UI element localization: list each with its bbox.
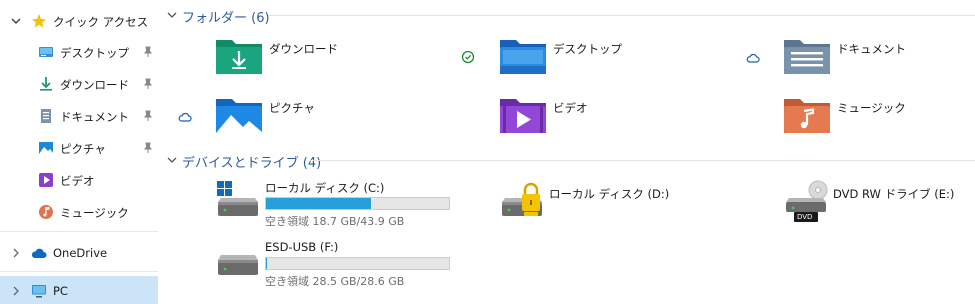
nav-this-pc[interactable]: PC bbox=[0, 276, 158, 304]
chevron-down-icon[interactable] bbox=[166, 154, 178, 166]
nav-label: PC bbox=[53, 284, 68, 298]
pc-monitor-icon bbox=[32, 285, 46, 298]
drive-c[interactable]: ローカル ディスク (C:) 空き領域 18.7 GB/43.9 GB bbox=[215, 180, 455, 230]
onedrive-cloud-icon bbox=[31, 248, 47, 259]
nav-label: ビデオ bbox=[60, 174, 95, 188]
nav-label: クイック アクセス bbox=[53, 15, 149, 29]
nav-item-pictures[interactable]: ピクチャ bbox=[0, 133, 158, 163]
folder-documents[interactable]: ドキュメント bbox=[783, 36, 975, 86]
drive-free-space: 空き領域 18.7 GB/43.9 GB bbox=[265, 215, 405, 228]
nav-item-desktop[interactable]: デスクトップ bbox=[0, 37, 158, 67]
drive-e[interactable]: DVD DVD RW ドライブ (E:) bbox=[783, 180, 975, 230]
section-title: デバイスとドライブ (4) bbox=[182, 156, 322, 171]
nav-divider bbox=[0, 231, 158, 232]
capacity-bar-fill bbox=[266, 198, 372, 209]
folder-name: ドキュメント bbox=[837, 42, 906, 56]
folder-desktop[interactable]: デスクトップ bbox=[499, 36, 769, 86]
drive-name: ローカル ディスク (D:) bbox=[549, 187, 670, 201]
drive-name: DVD RW ドライブ (E:) bbox=[833, 187, 955, 201]
chevron-down-icon[interactable] bbox=[10, 15, 22, 27]
drive-name: ESD-USB (F:) bbox=[265, 240, 339, 254]
music-folder-icon bbox=[784, 99, 830, 133]
nav-quick-access[interactable]: クイック アクセス bbox=[0, 6, 158, 36]
chevron-right-icon[interactable] bbox=[10, 285, 22, 297]
nav-item-videos[interactable]: ビデオ bbox=[0, 165, 158, 195]
folder-downloads[interactable]: ダウンロード bbox=[215, 36, 485, 86]
cloud-status-icon bbox=[178, 112, 192, 122]
nav-label: ドキュメント bbox=[60, 110, 129, 124]
folder-name: ダウンロード bbox=[269, 42, 338, 56]
capacity-bar bbox=[265, 197, 450, 210]
music-icon bbox=[39, 205, 53, 219]
chevron-right-icon[interactable] bbox=[10, 247, 22, 259]
nav-item-music[interactable]: ミュージック bbox=[0, 197, 158, 227]
content-pane: フォルダー (6) ダウンロード デスクトップ ドキュメント ピクチャ ビデオ … bbox=[158, 0, 975, 304]
star-icon bbox=[32, 14, 46, 28]
nav-item-documents[interactable]: ドキュメント bbox=[0, 101, 158, 131]
folder-name: ミュージック bbox=[837, 101, 906, 115]
pictures-folder-icon bbox=[216, 99, 262, 133]
document-icon bbox=[41, 109, 51, 123]
drive-d[interactable]: ローカル ディスク (D:) bbox=[499, 180, 739, 230]
folder-videos[interactable]: ビデオ bbox=[499, 95, 769, 145]
pin-icon[interactable] bbox=[142, 78, 154, 90]
cloud-status-icon bbox=[746, 53, 760, 63]
nav-label: ミュージック bbox=[60, 206, 129, 220]
nav-label: ダウンロード bbox=[60, 78, 129, 92]
pin-icon[interactable] bbox=[142, 142, 154, 154]
capacity-bar-fill bbox=[266, 258, 267, 269]
folder-pictures[interactable]: ピクチャ bbox=[215, 95, 485, 145]
folder-name: デスクトップ bbox=[553, 42, 622, 56]
usb-drive-icon bbox=[218, 255, 258, 275]
nav-label: OneDrive bbox=[53, 246, 108, 260]
videos-folder-icon bbox=[500, 99, 546, 133]
section-divider bbox=[310, 160, 975, 161]
video-icon bbox=[39, 173, 53, 187]
desktop-icon bbox=[39, 47, 53, 57]
download-icon bbox=[40, 77, 52, 91]
drive-free-space: 空き領域 28.5 GB/28.6 GB bbox=[265, 275, 405, 288]
section-title: フォルダー (6) bbox=[182, 11, 270, 26]
nav-label: ピクチャ bbox=[60, 142, 106, 156]
folder-music[interactable]: ミュージック bbox=[783, 95, 975, 145]
download-folder-icon bbox=[216, 40, 262, 74]
nav-divider bbox=[0, 271, 158, 272]
locked-drive-icon bbox=[502, 182, 542, 216]
nav-label: デスクトップ bbox=[60, 46, 129, 60]
chevron-down-icon[interactable] bbox=[166, 9, 178, 21]
picture-icon bbox=[39, 142, 53, 154]
folder-name: ビデオ bbox=[553, 101, 588, 115]
drive-name: ローカル ディスク (C:) bbox=[265, 181, 385, 195]
dvd-badge: DVD bbox=[797, 213, 813, 221]
nav-item-downloads[interactable]: ダウンロード bbox=[0, 69, 158, 99]
section-divider bbox=[268, 15, 975, 16]
capacity-bar bbox=[265, 257, 450, 270]
navigation-pane: クイック アクセス デスクトップ ダウンロード ドキュメント ピクチャ ビデオ … bbox=[0, 0, 158, 304]
nav-onedrive[interactable]: OneDrive bbox=[0, 238, 158, 268]
sync-status-check-icon bbox=[461, 50, 475, 64]
pin-icon[interactable] bbox=[142, 46, 154, 58]
drives-section-header[interactable]: デバイスとドライブ (4) bbox=[158, 149, 975, 171]
windows-drive-icon bbox=[217, 181, 258, 216]
folders-section-header[interactable]: フォルダー (6) bbox=[158, 4, 975, 26]
desktop-folder-icon bbox=[500, 40, 546, 74]
drive-f[interactable]: ESD-USB (F:) 空き領域 28.5 GB/28.6 GB bbox=[215, 240, 455, 290]
folder-name: ピクチャ bbox=[269, 101, 315, 115]
pin-icon[interactable] bbox=[142, 110, 154, 122]
documents-folder-icon bbox=[784, 40, 830, 74]
